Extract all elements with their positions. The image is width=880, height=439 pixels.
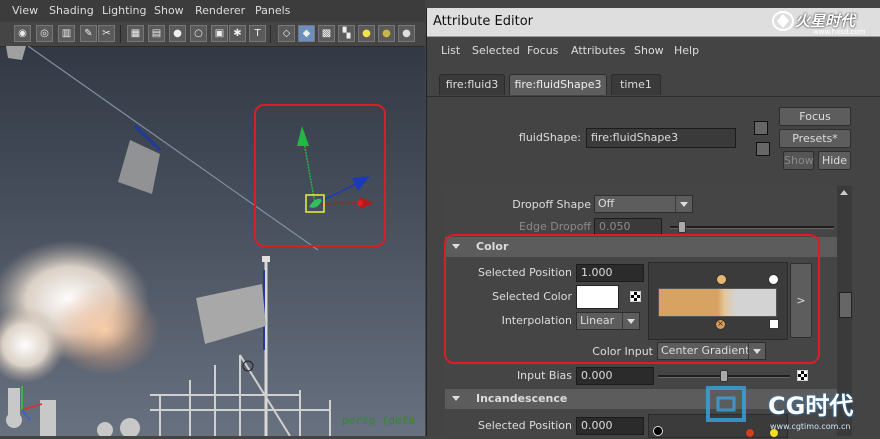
menu-shading[interactable]: Shading xyxy=(49,4,94,17)
copy-tab-icon[interactable] xyxy=(756,142,770,156)
watermark-logo-top: 火星时代 www.hxsd.com xyxy=(771,8,879,36)
deck-parts xyxy=(6,388,140,436)
wireframe-on-shaded-icon[interactable]: ▩ xyxy=(318,25,335,42)
tab-fire-fluid3[interactable]: fire:fluid3 xyxy=(439,74,505,95)
menu-view[interactable]: View xyxy=(12,4,38,17)
node-name-label: fluidShape: xyxy=(518,131,581,144)
edge-dropoff-slider-knob[interactable] xyxy=(678,221,687,233)
menu-list[interactable]: List xyxy=(441,44,460,57)
menu-lighting[interactable]: Lighting xyxy=(102,4,146,17)
axis-indicator xyxy=(21,386,43,421)
watermark-top-url: www.hxsd.com xyxy=(813,28,866,36)
dropoff-shape-dropdown[interactable]: Off xyxy=(594,195,693,213)
safe-action-icon[interactable]: ✱ xyxy=(229,25,246,42)
focus-button[interactable]: Focus xyxy=(779,107,851,126)
camera-attributes-icon[interactable]: ◎ xyxy=(36,25,53,42)
tab-time1[interactable]: time1 xyxy=(611,74,661,95)
viewport-toolbar: ◉ ◎ ▥ ✎ ✂ ▦ ▤ ● ○ ▣ ✱ T ◇ ◆ ▩ ▚ ● ● ● xyxy=(0,22,425,47)
window-title: Attribute Editor xyxy=(433,14,534,29)
gate-mask-icon[interactable]: ○ xyxy=(190,25,207,42)
watermark-logo-bottom: CG时代 www.cgtimo.com.cn xyxy=(704,378,880,436)
mast-cap xyxy=(262,256,270,262)
fire-glow xyxy=(50,285,160,375)
watermark-bottom-text: CG时代 xyxy=(768,392,854,420)
mast-flag xyxy=(196,284,266,344)
edge-dropoff-label: Edge Dropoff xyxy=(519,220,591,233)
incandescence-selected-position-label: Selected Position xyxy=(477,419,572,432)
menu-help[interactable]: Help xyxy=(674,44,699,57)
viewport-menubar: View Shading Lighting Show Renderer Pane… xyxy=(0,0,425,23)
perspective-viewport[interactable]: View Shading Lighting Show Renderer Pane… xyxy=(0,0,425,436)
film-gate-icon[interactable]: ▤ xyxy=(148,25,165,42)
load-attributes-icon[interactable] xyxy=(754,121,768,135)
presets-button[interactable]: Presets* xyxy=(779,129,851,148)
dropoff-shape-label: Dropoff Shape xyxy=(512,198,591,211)
default-lighting-icon[interactable]: ● xyxy=(358,25,375,42)
menu-show[interactable]: Show xyxy=(634,44,664,57)
resolution-gate-icon[interactable]: ● xyxy=(169,25,186,42)
bookmark-icon[interactable]: ▥ xyxy=(58,25,75,42)
camera-label: persp (defa xyxy=(342,414,415,427)
incandescence-section-title: Incandescence xyxy=(476,392,568,405)
dropoff-shape-value: Off xyxy=(598,197,615,210)
incandescence-ramp-handle[interactable] xyxy=(653,426,663,436)
attribute-editor-menubar: List Selected Focus Attributes Show Help xyxy=(427,38,880,62)
input-bias-label: Input Bias xyxy=(516,369,572,382)
tab-fire-fluidshape3[interactable]: fire:fluidShape3 xyxy=(509,74,607,95)
field-chart-icon[interactable]: ▣ xyxy=(211,25,228,42)
cgtime-logo-icon xyxy=(706,386,746,422)
highlight-color-section xyxy=(444,234,820,364)
shadows-icon[interactable]: ● xyxy=(398,25,415,42)
textured-icon[interactable]: ▚ xyxy=(338,25,355,42)
attribute-editor: Attribute Editor List Selected Focus Att… xyxy=(426,8,880,438)
collapse-triangle-icon xyxy=(452,396,460,401)
safe-title-icon[interactable]: T xyxy=(249,25,266,42)
edge-dropoff-slider[interactable] xyxy=(670,226,834,229)
all-lights-icon[interactable]: ● xyxy=(378,25,395,42)
scrollbar-thumb[interactable] xyxy=(839,292,852,318)
menu-show[interactable]: Show xyxy=(154,4,184,17)
image-plane-icon[interactable]: ✎ xyxy=(80,25,97,42)
node-tabs: fire:fluid3 fire:fluidShape3 time1 xyxy=(427,72,880,97)
menu-renderer[interactable]: Renderer xyxy=(195,4,245,17)
two-d-pan-icon[interactable]: ✂ xyxy=(98,25,115,42)
incandescence-selected-position-field[interactable]: 0.000 xyxy=(576,417,644,435)
grid-icon[interactable]: ▦ xyxy=(127,25,144,42)
scroll-up-icon[interactable] xyxy=(840,190,848,195)
rigging-object xyxy=(6,46,26,60)
rope-flag xyxy=(118,140,160,194)
menu-panels[interactable]: Panels xyxy=(255,4,290,17)
hide-button[interactable]: Hide xyxy=(818,151,851,170)
select-camera-icon[interactable]: ◉ xyxy=(14,25,31,42)
show-button[interactable]: Show xyxy=(783,151,814,170)
menu-attributes[interactable]: Attributes xyxy=(571,44,625,57)
input-bias-field[interactable]: 0.000 xyxy=(576,367,654,385)
smooth-shade-icon[interactable]: ◆ xyxy=(298,25,315,42)
highlight-manipulator xyxy=(254,104,386,247)
wireframe-icon[interactable]: ◇ xyxy=(278,25,295,42)
node-name-field[interactable]: fire:fluidShape3 xyxy=(586,128,736,148)
menu-selected[interactable]: Selected xyxy=(472,44,520,57)
watermark-bottom-url: www.cgtimo.com.cn xyxy=(770,422,851,431)
menu-focus[interactable]: Focus xyxy=(527,44,558,57)
chevron-down-icon xyxy=(675,196,692,212)
ship-railing xyxy=(150,354,331,436)
